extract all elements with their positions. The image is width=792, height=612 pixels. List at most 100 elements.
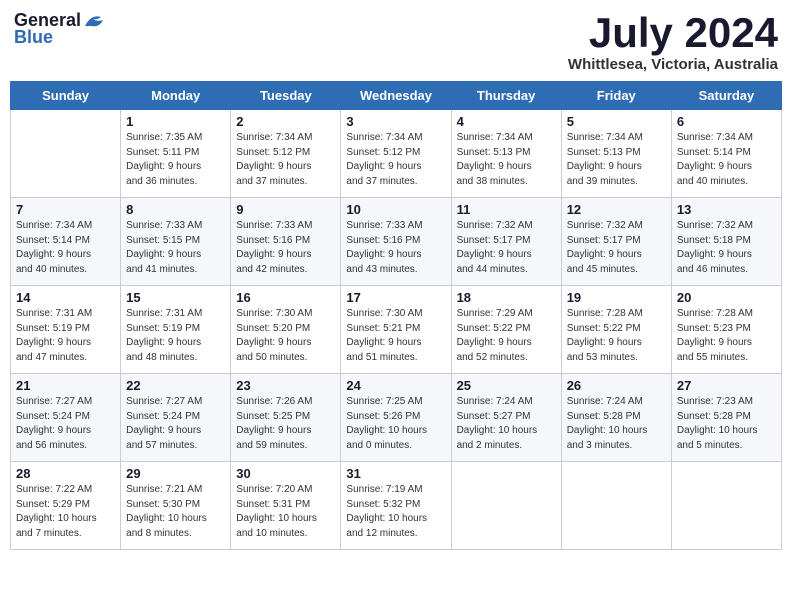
day-number: 14 <box>16 290 115 305</box>
day-number: 19 <box>567 290 666 305</box>
header-tuesday: Tuesday <box>231 82 341 110</box>
day-info: Sunrise: 7:32 AMSunset: 5:18 PMDaylight:… <box>677 219 776 277</box>
week-row-5: 28 Sunrise: 7:22 AMSunset: 5:29 PMDayligh… <box>11 462 782 550</box>
day-number: 23 <box>236 378 335 393</box>
day-cell: 16 Sunrise: 7:30 AMSunset: 5:20 PMDayligh… <box>231 286 341 374</box>
day-cell: 6 Sunrise: 7:34 AMSunset: 5:14 PMDaylight… <box>671 110 781 198</box>
day-number: 26 <box>567 378 666 393</box>
day-number: 8 <box>126 202 225 217</box>
logo: General Blue <box>14 10 105 48</box>
day-cell: 4 Sunrise: 7:34 AMSunset: 5:13 PMDaylight… <box>451 110 561 198</box>
day-cell: 19 Sunrise: 7:28 AMSunset: 5:22 PMDayligh… <box>561 286 671 374</box>
day-info: Sunrise: 7:25 AMSunset: 5:26 PMDaylight:… <box>346 395 445 453</box>
day-cell: 26 Sunrise: 7:24 AMSunset: 5:28 PMDayligh… <box>561 374 671 462</box>
title-block: July 2024 Whittlesea, Victoria, Australi… <box>568 10 778 73</box>
day-number: 20 <box>677 290 776 305</box>
logo-blue: Blue <box>14 27 53 48</box>
month-year-title: July 2024 <box>568 10 778 56</box>
day-cell <box>451 462 561 550</box>
day-info: Sunrise: 7:20 AMSunset: 5:31 PMDaylight:… <box>236 483 335 541</box>
day-number: 3 <box>346 114 445 129</box>
day-cell: 22 Sunrise: 7:27 AMSunset: 5:24 PMDayligh… <box>121 374 231 462</box>
day-info: Sunrise: 7:28 AMSunset: 5:22 PMDaylight:… <box>567 307 666 365</box>
day-cell: 30 Sunrise: 7:20 AMSunset: 5:31 PMDayligh… <box>231 462 341 550</box>
week-row-4: 21 Sunrise: 7:27 AMSunset: 5:24 PMDayligh… <box>11 374 782 462</box>
day-number: 7 <box>16 202 115 217</box>
day-cell: 7 Sunrise: 7:34 AMSunset: 5:14 PMDaylight… <box>11 198 121 286</box>
day-cell: 14Sunrise: 7:31 AMSunset: 5:19 PMDayligh… <box>11 286 121 374</box>
day-cell: 21Sunrise: 7:27 AMSunset: 5:24 PMDayligh… <box>11 374 121 462</box>
header-friday: Friday <box>561 82 671 110</box>
day-cell: 11 Sunrise: 7:32 AMSunset: 5:17 PMDayligh… <box>451 198 561 286</box>
day-number: 22 <box>126 378 225 393</box>
day-info: Sunrise: 7:32 AMSunset: 5:17 PMDaylight:… <box>457 219 556 277</box>
day-cell: 27 Sunrise: 7:23 AMSunset: 5:28 PMDayligh… <box>671 374 781 462</box>
day-number: 21 <box>16 378 115 393</box>
day-cell: 20 Sunrise: 7:28 AMSunset: 5:23 PMDayligh… <box>671 286 781 374</box>
day-number: 30 <box>236 466 335 481</box>
day-info: Sunrise: 7:28 AMSunset: 5:23 PMDaylight:… <box>677 307 776 365</box>
day-number: 12 <box>567 202 666 217</box>
day-number: 5 <box>567 114 666 129</box>
day-cell: 31 Sunrise: 7:19 AMSunset: 5:32 PMDayligh… <box>341 462 451 550</box>
day-number: 31 <box>346 466 445 481</box>
day-info: Sunrise: 7:29 AMSunset: 5:22 PMDaylight:… <box>457 307 556 365</box>
day-number: 6 <box>677 114 776 129</box>
day-info: Sunrise: 7:34 AMSunset: 5:13 PMDaylight:… <box>457 131 556 189</box>
day-number: 11 <box>457 202 556 217</box>
day-cell <box>561 462 671 550</box>
day-number: 27 <box>677 378 776 393</box>
day-cell: 13Sunrise: 7:32 AMSunset: 5:18 PMDayligh… <box>671 198 781 286</box>
day-number: 15 <box>126 290 225 305</box>
day-info: Sunrise: 7:22 AMSunset: 5:29 PMDaylight:… <box>16 483 115 541</box>
day-info: Sunrise: 7:33 AMSunset: 5:16 PMDaylight:… <box>346 219 445 277</box>
day-cell: 10 Sunrise: 7:33 AMSunset: 5:16 PMDayligh… <box>341 198 451 286</box>
header-wednesday: Wednesday <box>341 82 451 110</box>
day-cell: 1 Sunrise: 7:35 AMSunset: 5:11 PMDaylight… <box>121 110 231 198</box>
day-info: Sunrise: 7:33 AMSunset: 5:15 PMDaylight:… <box>126 219 225 277</box>
page-header: General Blue July 2024 Whittlesea, Victo… <box>10 10 782 73</box>
day-number: 16 <box>236 290 335 305</box>
day-info: Sunrise: 7:33 AMSunset: 5:16 PMDaylight:… <box>236 219 335 277</box>
day-number: 4 <box>457 114 556 129</box>
day-cell: 17Sunrise: 7:30 AMSunset: 5:21 PMDayligh… <box>341 286 451 374</box>
week-row-2: 7 Sunrise: 7:34 AMSunset: 5:14 PMDaylight… <box>11 198 782 286</box>
day-info: Sunrise: 7:24 AMSunset: 5:28 PMDaylight:… <box>567 395 666 453</box>
calendar-table: SundayMondayTuesdayWednesdayThursdayFrid… <box>10 81 782 550</box>
day-cell: 15 Sunrise: 7:31 AMSunset: 5:19 PMDayligh… <box>121 286 231 374</box>
day-cell <box>671 462 781 550</box>
day-number: 28 <box>16 466 115 481</box>
day-info: Sunrise: 7:31 AMSunset: 5:19 PMDaylight:… <box>126 307 225 365</box>
header-saturday: Saturday <box>671 82 781 110</box>
day-cell: 2 Sunrise: 7:34 AMSunset: 5:12 PMDaylight… <box>231 110 341 198</box>
day-number: 1 <box>126 114 225 129</box>
day-number: 24 <box>346 378 445 393</box>
day-info: Sunrise: 7:34 AMSunset: 5:14 PMDaylight:… <box>677 131 776 189</box>
calendar-header-row: SundayMondayTuesdayWednesdayThursdayFrid… <box>11 82 782 110</box>
day-number: 2 <box>236 114 335 129</box>
day-cell: 5 Sunrise: 7:34 AMSunset: 5:13 PMDaylight… <box>561 110 671 198</box>
day-info: Sunrise: 7:30 AMSunset: 5:21 PMDaylight:… <box>346 307 445 365</box>
day-info: Sunrise: 7:34 AMSunset: 5:13 PMDaylight:… <box>567 131 666 189</box>
day-cell: 18Sunrise: 7:29 AMSunset: 5:22 PMDayligh… <box>451 286 561 374</box>
day-number: 25 <box>457 378 556 393</box>
header-sunday: Sunday <box>11 82 121 110</box>
day-info: Sunrise: 7:35 AMSunset: 5:11 PMDaylight:… <box>126 131 225 189</box>
day-info: Sunrise: 7:34 AMSunset: 5:12 PMDaylight:… <box>346 131 445 189</box>
day-cell: 8 Sunrise: 7:33 AMSunset: 5:15 PMDaylight… <box>121 198 231 286</box>
day-info: Sunrise: 7:24 AMSunset: 5:27 PMDaylight:… <box>457 395 556 453</box>
day-number: 10 <box>346 202 445 217</box>
day-info: Sunrise: 7:34 AMSunset: 5:12 PMDaylight:… <box>236 131 335 189</box>
day-info: Sunrise: 7:23 AMSunset: 5:28 PMDaylight:… <box>677 395 776 453</box>
day-cell: 23Sunrise: 7:26 AMSunset: 5:25 PMDayligh… <box>231 374 341 462</box>
header-thursday: Thursday <box>451 82 561 110</box>
day-cell: 29Sunrise: 7:21 AMSunset: 5:30 PMDayligh… <box>121 462 231 550</box>
day-info: Sunrise: 7:21 AMSunset: 5:30 PMDaylight:… <box>126 483 225 541</box>
day-info: Sunrise: 7:19 AMSunset: 5:32 PMDaylight:… <box>346 483 445 541</box>
week-row-1: 1 Sunrise: 7:35 AMSunset: 5:11 PMDaylight… <box>11 110 782 198</box>
day-cell: 28 Sunrise: 7:22 AMSunset: 5:29 PMDayligh… <box>11 462 121 550</box>
week-row-3: 14 Sunrise: 7:31 AMSunset: 5:19 PMDayligh… <box>11 286 782 374</box>
day-info: Sunrise: 7:34 AMSunset: 5:14 PMDaylight:… <box>16 219 115 277</box>
day-info: Sunrise: 7:30 AMSunset: 5:20 PMDaylight:… <box>236 307 335 365</box>
day-info: Sunrise: 7:27 AMSunset: 5:24 PMDaylight:… <box>126 395 225 453</box>
